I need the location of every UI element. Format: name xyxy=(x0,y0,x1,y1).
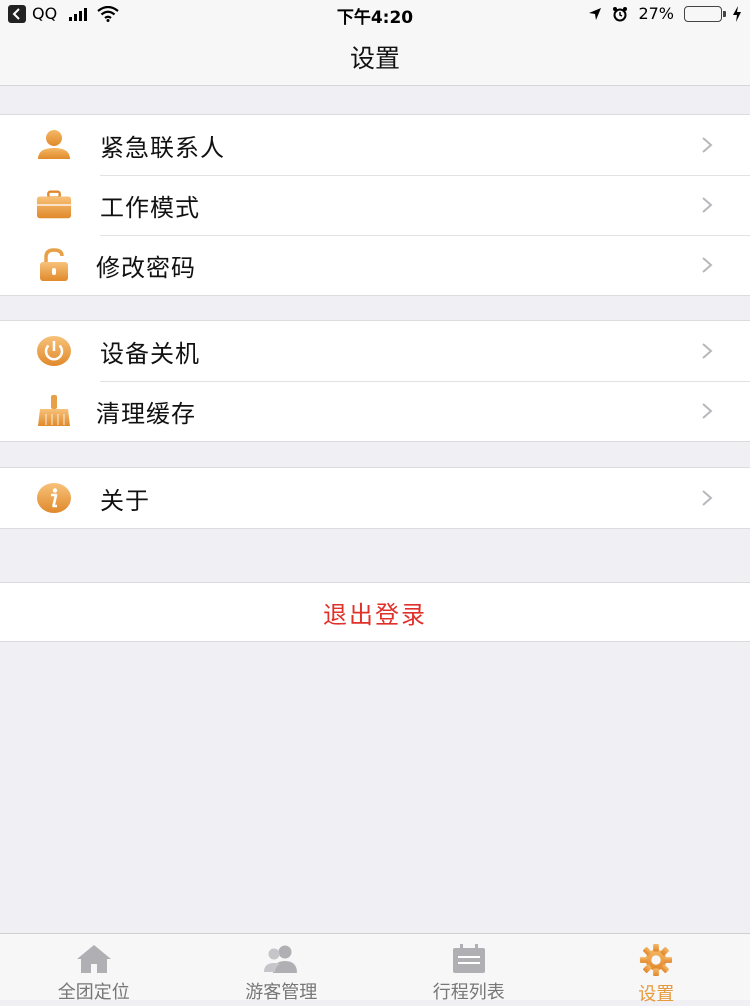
navigation-bar: 设置 xyxy=(0,28,750,86)
status-bar: QQ 下午4:20 27% xyxy=(0,0,750,28)
tab-group-location[interactable]: 全团定位 xyxy=(0,934,188,1000)
alarm-icon xyxy=(612,6,628,22)
briefcase-icon xyxy=(36,187,72,223)
settings-row-clear-cache[interactable]: 清理缓存 xyxy=(0,381,750,441)
gear-icon xyxy=(636,944,676,976)
settings-row-label: 工作模式 xyxy=(100,188,200,223)
settings-row-label: 清理缓存 xyxy=(96,394,196,429)
tab-label: 行程列表 xyxy=(433,978,505,1004)
settings-row-work-mode[interactable]: 工作模式 xyxy=(0,175,750,235)
settings-row-label: 设备关机 xyxy=(100,334,200,369)
settings-row-label: 紧急联系人 xyxy=(100,128,225,163)
status-right: 27% xyxy=(588,4,742,23)
settings-row-change-password[interactable]: 修改密码 xyxy=(0,235,750,295)
tab-label: 游客管理 xyxy=(245,978,317,1004)
page-title: 设置 xyxy=(350,39,400,75)
home-icon xyxy=(74,944,114,974)
settings-row-shutdown-device[interactable]: 设备关机 xyxy=(0,321,750,381)
settings-group-account: 紧急联系人 工作模式 修改密码 xyxy=(0,114,750,296)
chevron-right-icon xyxy=(700,341,714,361)
tab-label: 全团定位 xyxy=(58,978,130,1004)
chevron-right-icon xyxy=(700,255,714,275)
battery-percent: 27% xyxy=(638,4,674,23)
chevron-right-icon xyxy=(700,135,714,155)
location-arrow-icon xyxy=(588,7,602,21)
battery-icon xyxy=(684,6,722,22)
chevron-right-icon xyxy=(700,401,714,421)
tab-tourist-management[interactable]: 游客管理 xyxy=(188,934,376,1000)
info-icon xyxy=(36,480,72,516)
chevron-right-icon xyxy=(700,488,714,508)
settings-row-label: 关于 xyxy=(100,481,150,516)
power-icon xyxy=(36,333,72,369)
charging-bolt-icon xyxy=(732,6,742,22)
settings-group-device: 设备关机 清理缓存 xyxy=(0,320,750,442)
settings-row-about[interactable]: 关于 xyxy=(0,468,750,528)
users-icon xyxy=(261,944,301,974)
lock-icon xyxy=(36,247,72,283)
settings-group-about: 关于 xyxy=(0,467,750,529)
settings-row-emergency-contact[interactable]: 紧急联系人 xyxy=(0,115,750,175)
logout-button[interactable]: 退出登录 xyxy=(0,582,750,642)
tab-bar: 全团定位 游客管理 行程列表 xyxy=(0,933,750,1000)
tab-settings[interactable]: 设置 xyxy=(563,934,750,1000)
chevron-right-icon xyxy=(700,195,714,215)
contact-person-icon xyxy=(36,127,72,163)
calendar-icon xyxy=(449,944,489,974)
settings-row-label: 修改密码 xyxy=(96,248,196,283)
tab-itinerary-list[interactable]: 行程列表 xyxy=(375,934,563,1000)
tab-label: 设置 xyxy=(638,980,674,1006)
broom-icon xyxy=(36,393,72,429)
logout-label: 退出登录 xyxy=(323,595,427,630)
